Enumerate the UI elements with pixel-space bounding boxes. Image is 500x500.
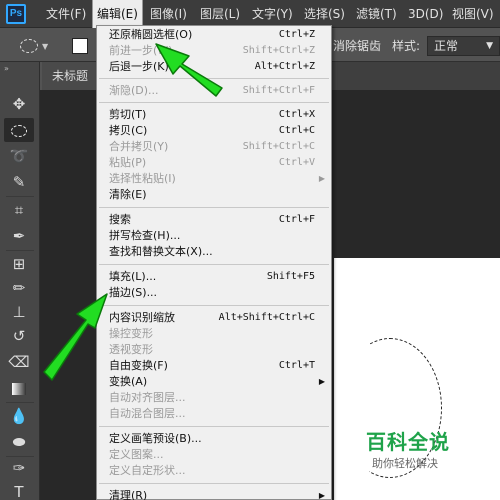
watermark-title: 百科全说 [366, 430, 450, 454]
watermark-subtitle: 助你轻松解决 [372, 457, 438, 470]
menu-view[interactable]: 视图(V) [448, 0, 498, 28]
menu-paste[interactable]: 粘贴(P) Ctrl+V [97, 155, 331, 171]
menu-select[interactable]: 选择(S) [300, 0, 349, 28]
gradient-icon[interactable] [4, 376, 34, 400]
antialias-label[interactable]: 消除锯齿 [333, 38, 381, 54]
menu-file[interactable]: 文件(F) [42, 0, 90, 28]
menu-stroke[interactable]: 描边(S)... [97, 285, 331, 301]
menu-fade[interactable]: 渐隐(D)... Shift+Ctrl+F [97, 83, 331, 99]
menu-fill[interactable]: 填充(L)... Shift+F5 [97, 269, 331, 285]
menu-content-aware-scale[interactable]: 内容识别缩放 Alt+Shift+Ctrl+C [97, 310, 331, 326]
menu-cut[interactable]: 剪切(T) Ctrl+X [97, 107, 331, 123]
menu-edit[interactable]: 编辑(E) [92, 0, 143, 28]
menu-bar: Ps 文件(F) 编辑(E) 图像(I) 图层(L) 文字(Y) 选择(S) 滤… [0, 0, 500, 28]
photoshop-logo-icon[interactable]: Ps [6, 4, 26, 24]
healing-brush-icon[interactable]: ⊞ [4, 252, 34, 276]
menu-perspective-warp[interactable]: 透视变形 [97, 342, 331, 358]
menu-clear[interactable]: 清除(E) [97, 187, 331, 203]
style-label: 样式: [392, 39, 421, 53]
menu-search[interactable]: 搜索 Ctrl+F [97, 212, 331, 228]
eyedropper-icon[interactable]: ✒ [4, 224, 34, 248]
chevron-down-icon[interactable]: ▼ [42, 42, 48, 51]
brush-icon[interactable]: ✏ [4, 276, 34, 300]
ellipse-marquee-icon[interactable] [4, 118, 34, 142]
menu-copy-merged[interactable]: 合并拷贝(Y) Shift+Ctrl+C [97, 139, 331, 155]
submenu-arrow-icon: ▶ [318, 491, 325, 500]
menu-3d[interactable]: 3D(D) [404, 0, 447, 28]
menu-auto-blend-layers[interactable]: 自动混合图层... [97, 406, 331, 422]
crop-icon[interactable]: ⌗ [4, 198, 34, 222]
menu-copy[interactable]: 拷贝(C) Ctrl+C [97, 123, 331, 139]
menu-type[interactable]: 文字(Y) [248, 0, 297, 28]
menu-spell-check[interactable]: 拼写检查(H)... [97, 228, 331, 244]
document-tab[interactable]: 未标题 [42, 62, 96, 90]
menu-undo-ellipse-marquee[interactable]: 还原椭圆选框(O) Ctrl+Z [97, 27, 331, 43]
menu-find-replace[interactable]: 查找和替换文本(X)... [97, 244, 331, 260]
menu-define-brush-preset[interactable]: 定义画笔预设(B)... [97, 431, 331, 447]
quick-select-icon[interactable]: ✎ [4, 170, 34, 194]
menu-define-custom-shape[interactable]: 定义自定形状... [97, 463, 331, 479]
dodge-icon[interactable]: ⬬ [4, 430, 34, 454]
menu-image[interactable]: 图像(I) [146, 0, 191, 28]
menu-step-forward[interactable]: 前进一步(W) Shift+Ctrl+Z [97, 43, 331, 59]
lasso-icon[interactable]: ➰ [4, 144, 34, 168]
menu-filter[interactable]: 滤镜(T) [352, 0, 401, 28]
menu-step-backward[interactable]: 后退一步(K) Alt+Ctrl+Z [97, 59, 331, 75]
menu-purge[interactable]: 清理(R) ▶ [97, 488, 331, 500]
history-brush-icon[interactable]: ↺ [4, 324, 34, 348]
clone-stamp-icon[interactable]: ⊥ [4, 300, 34, 324]
ellipse-tool-preset-icon[interactable] [20, 39, 38, 53]
style-select-value: 正常 [434, 39, 459, 53]
submenu-arrow-icon: ▶ [318, 377, 325, 386]
menu-transform[interactable]: 变换(A) ▶ [97, 374, 331, 390]
eraser-icon[interactable]: ⌫ [4, 350, 34, 374]
style-select[interactable]: 正常 ▼ [427, 36, 500, 56]
submenu-arrow-icon: ▶ [318, 174, 325, 183]
new-selection-icon[interactable] [72, 38, 88, 54]
blur-icon[interactable]: 💧 [4, 404, 34, 428]
move-icon[interactable]: ✥ [4, 92, 34, 116]
menu-paste-special[interactable]: 选择性粘贴(I) ▶ [97, 171, 331, 187]
menu-free-transform[interactable]: 自由变换(F) Ctrl+T [97, 358, 331, 374]
collapse-panel-icon[interactable]: » [4, 64, 9, 73]
pen-icon[interactable]: ✑ [4, 456, 34, 480]
chevron-down-icon: ▼ [486, 41, 493, 51]
menu-layer[interactable]: 图层(L) [196, 0, 244, 28]
type-icon[interactable]: T [4, 480, 34, 500]
edit-menu-dropdown: 还原椭圆选框(O) Ctrl+Z 前进一步(W) Shift+Ctrl+Z 后退一步… [96, 25, 332, 500]
menu-auto-align-layers[interactable]: 自动对齐图层... [97, 390, 331, 406]
menu-puppet-warp[interactable]: 操控变形 [97, 326, 331, 342]
menu-define-pattern[interactable]: 定义图案... [97, 447, 331, 463]
